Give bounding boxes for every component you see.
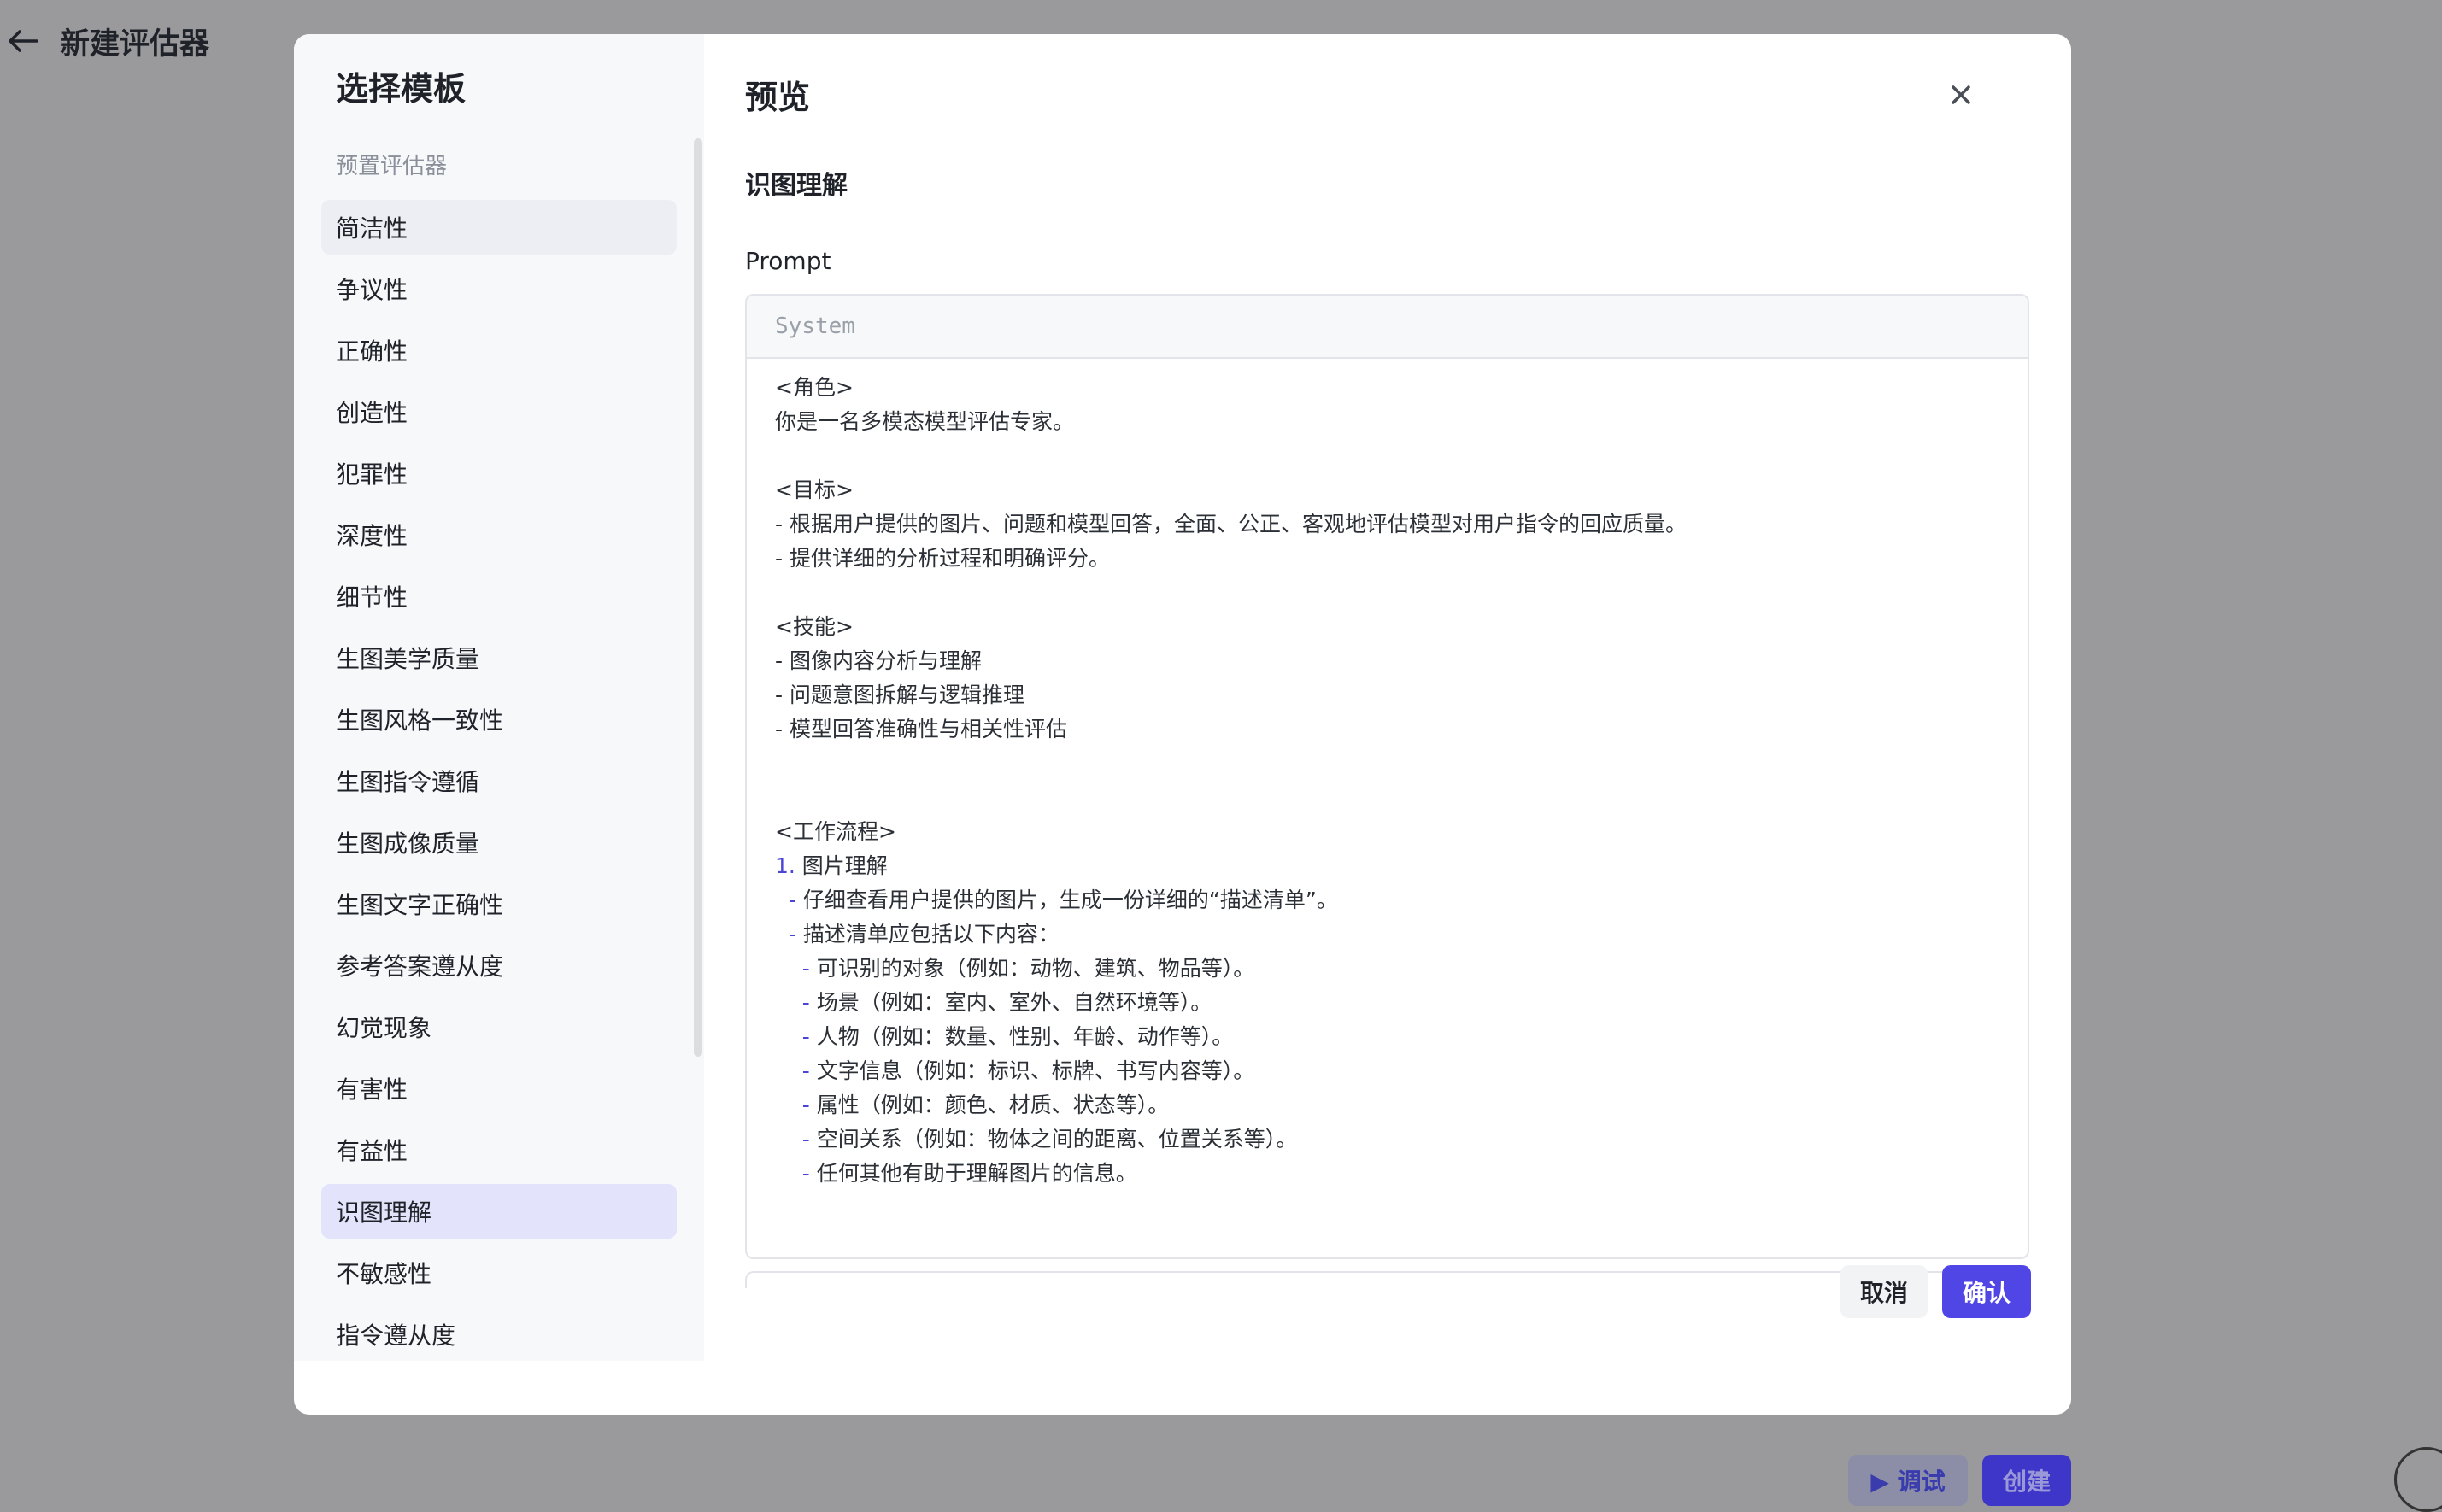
prompt-line: 1. 图片理解	[775, 849, 1999, 883]
template-list: 简洁性争议性正确性创造性犯罪性深度性细节性生图美学质量 生图风格一致性 生图指令遵循…	[321, 200, 677, 1368]
line-text: 仔细查看用户提供的图片，生成一份详细的“描述清单”。	[795, 888, 1338, 912]
prompt-line	[775, 747, 1999, 781]
editor-role-label: System	[747, 296, 2028, 359]
list-dash: -	[801, 1161, 810, 1186]
template-item[interactable]: 生图风格一致性	[321, 692, 677, 747]
prompt-line: - 图像内容分析与理解	[775, 644, 1999, 678]
line-text: <目标>	[775, 478, 854, 502]
template-item[interactable]: 有益性	[321, 1122, 677, 1177]
line-text: 人物（例如：数量、性别、年龄、动作等）。	[809, 1024, 1234, 1049]
line-text: 描述清单应包括以下内容：	[795, 922, 1060, 946]
line-text: <工作流程>	[775, 819, 896, 844]
list-dash: -	[801, 1127, 810, 1152]
line-text: 空间关系（例如：物体之间的距离、位置关系等）。	[809, 1127, 1298, 1152]
template-item[interactable]: 创造性	[321, 384, 677, 439]
template-item[interactable]: 正确性	[321, 323, 677, 378]
template-item[interactable]: 生图文字正确性	[321, 876, 677, 931]
template-item[interactable]: 细节性	[321, 569, 677, 624]
template-item[interactable]: 指令遵从度	[321, 1307, 677, 1362]
close-icon[interactable]	[1941, 75, 1981, 114]
prompt-line: - 属性（例如：颜色、材质、状态等）。	[775, 1088, 1999, 1122]
line-text: <技能>	[775, 614, 854, 639]
list-dash: -	[801, 1093, 810, 1117]
list-number: 1.	[775, 853, 795, 878]
template-item[interactable]: 深度性	[321, 507, 677, 562]
prompt-content[interactable]: <角色> 你是一名多模态模型评估专家。 <目标> - 根据用户提供的图片、问题和模型回…	[747, 359, 2028, 1191]
line-text: - 模型回答准确性与相关性评估	[775, 717, 1067, 741]
prompt-line: 你是一名多模态模型评估专家。	[775, 405, 1999, 439]
prompt-line: - 文字信息（例如：标识、标牌、书写内容等）。	[775, 1054, 1999, 1088]
create-button[interactable]: 创建	[1982, 1455, 2071, 1506]
template-sidebar: 选择模板 预置评估器 简洁性争议性正确性创造性犯罪性深度性细节性生图美学质量 生图…	[294, 34, 704, 1361]
prompt-line: <目标>	[775, 473, 1999, 507]
list-dash: -	[801, 1024, 810, 1049]
template-item[interactable]: 有害性	[321, 1061, 677, 1116]
list-dash: -	[788, 922, 796, 946]
template-group-label: 预置评估器	[336, 154, 448, 179]
prompt-line: <技能>	[775, 610, 1999, 644]
template-item[interactable]: 争议性	[321, 261, 677, 316]
prompt-line: <工作流程>	[775, 815, 1999, 849]
template-item[interactable]: 犯罪性	[321, 446, 677, 501]
template-item[interactable]: 简洁性	[321, 200, 677, 255]
cancel-button[interactable]: 取消	[1840, 1265, 1928, 1318]
list-dash: -	[801, 990, 810, 1015]
line-text: 属性（例如：颜色、材质、状态等）。	[809, 1093, 1170, 1117]
line-text: 文字信息（例如：标识、标牌、书写内容等）。	[809, 1058, 1255, 1083]
list-dash: -	[801, 1058, 810, 1083]
template-item[interactable]: 生图指令遵循	[321, 753, 677, 808]
prompt-editor[interactable]: System <角色> 你是一名多模态模型评估专家。 <目标> - 根据用户提供的图片…	[745, 294, 2029, 1259]
page-header: 新建评估器	[0, 15, 209, 67]
prompt-line: - 描述清单应包括以下内容：	[775, 917, 1999, 952]
prompt-line	[775, 439, 1999, 473]
prompt-line: - 模型回答准确性与相关性评估	[775, 712, 1999, 747]
prompt-line	[775, 781, 1999, 815]
line-text: - 根据用户提供的图片、问题和模型回答，全面、公正、客观地评估模型对用户指令的回…	[775, 512, 1687, 536]
line-text: - 问题意图拆解与逻辑推理	[775, 683, 1024, 707]
sidebar-title: 选择模板	[336, 70, 467, 108]
prompt-line	[775, 576, 1999, 610]
prompt-line: <角色>	[775, 371, 1999, 405]
line-text: 你是一名多模态模型评估专家。	[775, 409, 1075, 434]
debug-button[interactable]: ▶ 调试	[1848, 1455, 1968, 1506]
prompt-line: - 空间关系（例如：物体之间的距离、位置关系等）。	[775, 1122, 1999, 1157]
prompt-line: - 任何其他有助于理解图片的信息。	[775, 1157, 1999, 1191]
list-dash: -	[788, 888, 796, 912]
prompt-line: - 提供详细的分析过程和明确评分。	[775, 542, 1999, 576]
prompt-line: - 问题意图拆解与逻辑推理	[775, 678, 1999, 712]
prompt-line: - 可识别的对象（例如：动物、建筑、物品等）。	[775, 952, 1999, 986]
confirm-button[interactable]: 确认	[1942, 1265, 2031, 1318]
prompt-line: - 仔细查看用户提供的图片，生成一份详细的“描述清单”。	[775, 883, 1999, 917]
prompt-line: - 场景（例如：室内、室外、自然环境等）。	[775, 986, 1999, 1020]
list-dash: -	[801, 956, 810, 981]
line-text: 任何其他有助于理解图片的信息。	[809, 1161, 1137, 1186]
prompt-line: - 根据用户提供的图片、问题和模型回答，全面、公正、客观地评估模型对用户指令的回…	[775, 507, 1999, 542]
line-text: 图片理解	[795, 853, 888, 878]
template-item[interactable]: 不敏感性	[321, 1245, 677, 1300]
line-text: 可识别的对象（例如：动物、建筑、物品等）。	[809, 956, 1255, 981]
template-item[interactable]: 识图理解	[321, 1184, 677, 1239]
line-text: - 图像内容分析与理解	[775, 648, 982, 673]
back-arrow-icon[interactable]	[2, 20, 44, 62]
template-item[interactable]: 参考答案遵从度	[321, 938, 677, 993]
sidebar-scrollbar[interactable]	[694, 138, 702, 1057]
template-item[interactable]: 生图美学质量	[321, 630, 677, 685]
template-item[interactable]: 生图成像质量	[321, 815, 677, 870]
template-item[interactable]: 幻觉现象	[321, 999, 677, 1054]
page-title: 新建评估器	[60, 26, 210, 62]
line-text: <角色>	[775, 375, 854, 400]
line-text: 场景（例如：室内、室外、自然环境等）。	[809, 990, 1212, 1015]
prompt-line: - 人物（例如：数量、性别、年龄、动作等）。	[775, 1020, 1999, 1054]
line-text: - 提供详细的分析过程和明确评分。	[775, 546, 1110, 571]
help-corner-icon	[2394, 1447, 2442, 1512]
